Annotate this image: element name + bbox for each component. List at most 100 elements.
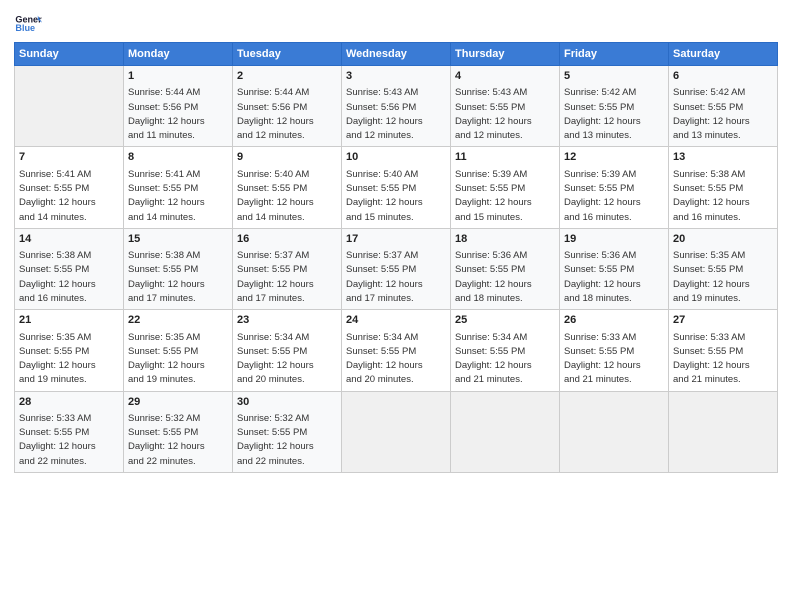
calendar-cell: 14Sunrise: 5:38 AM Sunset: 5:55 PM Dayli…: [15, 228, 124, 309]
week-row-1: 1 Sunrise: 5:44 AM Sunset: 5:56 PM Daylig…: [15, 66, 778, 147]
day-info: Sunrise: 5:41 AM Sunset: 5:55 PM Dayligh…: [19, 168, 119, 225]
day-number: 18: [455, 232, 555, 247]
day-info: Sunrise: 5:40 AM Sunset: 5:55 PM Dayligh…: [346, 168, 446, 225]
day-number: 14: [19, 232, 119, 247]
day-number: 23: [237, 313, 337, 328]
calendar-cell: 25 Sunrise: 5:34 AM Sunset: 5:55 PM Dayli…: [451, 310, 560, 391]
header-day-sunday: Sunday: [15, 43, 124, 66]
day-info: Sunrise: 5:34 AM Sunset: 5:55 PM Dayligh…: [346, 331, 446, 388]
day-info: Sunrise: 5:42 AM Sunset: 5:55 PM Dayligh…: [564, 86, 664, 143]
calendar-cell: 12 Sunrise: 5:39 AM Sunset: 5:55 PM Dayli…: [560, 147, 669, 228]
day-info: Sunrise: 5:33 AM Sunset: 5:55 PM Dayligh…: [19, 412, 119, 469]
day-info: Sunrise: 5:35 AM Sunset: 5:55 PM Dayligh…: [673, 249, 773, 306]
svg-text:Blue: Blue: [15, 23, 35, 33]
logo: General Blue: [14, 10, 42, 38]
calendar-cell: 22 Sunrise: 5:35 AM Sunset: 5:55 PM Dayli…: [124, 310, 233, 391]
day-number: 13: [673, 150, 773, 165]
day-number: 10: [346, 150, 446, 165]
day-info: Sunrise: 5:42 AM Sunset: 5:55 PM Dayligh…: [673, 86, 773, 143]
day-number: 16: [237, 232, 337, 247]
day-number: 11: [455, 150, 555, 165]
header-day-saturday: Saturday: [669, 43, 778, 66]
day-info: Sunrise: 5:37 AM Sunset: 5:55 PM Dayligh…: [346, 249, 446, 306]
day-number: 26: [564, 313, 664, 328]
header-day-friday: Friday: [560, 43, 669, 66]
header-row: SundayMondayTuesdayWednesdayThursdayFrid…: [15, 43, 778, 66]
day-number: 29: [128, 395, 228, 410]
calendar-cell: 20 Sunrise: 5:35 AM Sunset: 5:55 PM Dayli…: [669, 228, 778, 309]
calendar-cell: 8 Sunrise: 5:41 AM Sunset: 5:55 PM Daylig…: [124, 147, 233, 228]
header-day-tuesday: Tuesday: [233, 43, 342, 66]
day-info: Sunrise: 5:41 AM Sunset: 5:55 PM Dayligh…: [128, 168, 228, 225]
day-info: Sunrise: 5:36 AM Sunset: 5:55 PM Dayligh…: [564, 249, 664, 306]
day-number: 22: [128, 313, 228, 328]
calendar-cell: 10 Sunrise: 5:40 AM Sunset: 5:55 PM Dayli…: [342, 147, 451, 228]
calendar-cell: 3 Sunrise: 5:43 AM Sunset: 5:56 PM Daylig…: [342, 66, 451, 147]
calendar-cell: 11Sunrise: 5:39 AM Sunset: 5:55 PM Dayli…: [451, 147, 560, 228]
day-info: Sunrise: 5:35 AM Sunset: 5:55 PM Dayligh…: [19, 331, 119, 388]
calendar-cell: 27 Sunrise: 5:33 AM Sunset: 5:55 PM Dayli…: [669, 310, 778, 391]
day-number: 28: [19, 395, 119, 410]
day-number: 21: [19, 313, 119, 328]
day-info: Sunrise: 5:37 AM Sunset: 5:55 PM Dayligh…: [237, 249, 337, 306]
day-number: 9: [237, 150, 337, 165]
calendar-cell: 15Sunrise: 5:38 AM Sunset: 5:55 PM Dayli…: [124, 228, 233, 309]
week-row-4: 21 Sunrise: 5:35 AM Sunset: 5:55 PM Dayli…: [15, 310, 778, 391]
calendar-cell: 30 Sunrise: 5:32 AM Sunset: 5:55 PM Dayli…: [233, 391, 342, 472]
header-day-wednesday: Wednesday: [342, 43, 451, 66]
day-number: 24: [346, 313, 446, 328]
calendar-cell: 5 Sunrise: 5:42 AM Sunset: 5:55 PM Daylig…: [560, 66, 669, 147]
header-day-monday: Monday: [124, 43, 233, 66]
day-info: Sunrise: 5:33 AM Sunset: 5:55 PM Dayligh…: [564, 331, 664, 388]
day-number: 5: [564, 69, 664, 84]
calendar-cell: 29 Sunrise: 5:32 AM Sunset: 5:55 PM Dayli…: [124, 391, 233, 472]
calendar-cell: 28 Sunrise: 5:33 AM Sunset: 5:55 PM Dayli…: [15, 391, 124, 472]
day-number: 2: [237, 69, 337, 84]
page: General Blue SundayMondayTuesdayWednesda…: [0, 0, 792, 612]
day-number: 12: [564, 150, 664, 165]
calendar-cell: [342, 391, 451, 472]
day-number: 27: [673, 313, 773, 328]
day-info: Sunrise: 5:33 AM Sunset: 5:55 PM Dayligh…: [673, 331, 773, 388]
day-number: 20: [673, 232, 773, 247]
calendar-cell: [451, 391, 560, 472]
day-number: 8: [128, 150, 228, 165]
day-info: Sunrise: 5:32 AM Sunset: 5:55 PM Dayligh…: [237, 412, 337, 469]
calendar-cell: 16 Sunrise: 5:37 AM Sunset: 5:55 PM Dayli…: [233, 228, 342, 309]
day-info: Sunrise: 5:43 AM Sunset: 5:55 PM Dayligh…: [455, 86, 555, 143]
day-number: 1: [128, 69, 228, 84]
day-number: 7: [19, 150, 119, 165]
day-info: Sunrise: 5:34 AM Sunset: 5:55 PM Dayligh…: [237, 331, 337, 388]
day-info: Sunrise: 5:38 AM Sunset: 5:55 PM Dayligh…: [673, 168, 773, 225]
calendar-cell: 21 Sunrise: 5:35 AM Sunset: 5:55 PM Dayli…: [15, 310, 124, 391]
calendar-cell: 4Sunrise: 5:43 AM Sunset: 5:55 PM Daylig…: [451, 66, 560, 147]
calendar-table: SundayMondayTuesdayWednesdayThursdayFrid…: [14, 42, 778, 473]
logo-icon: General Blue: [14, 10, 42, 38]
day-number: 19: [564, 232, 664, 247]
day-info: Sunrise: 5:40 AM Sunset: 5:55 PM Dayligh…: [237, 168, 337, 225]
day-info: Sunrise: 5:44 AM Sunset: 5:56 PM Dayligh…: [128, 86, 228, 143]
calendar-cell: 6Sunrise: 5:42 AM Sunset: 5:55 PM Daylig…: [669, 66, 778, 147]
header: General Blue: [14, 10, 778, 38]
day-info: Sunrise: 5:35 AM Sunset: 5:55 PM Dayligh…: [128, 331, 228, 388]
calendar-cell: 23 Sunrise: 5:34 AM Sunset: 5:55 PM Dayli…: [233, 310, 342, 391]
header-day-thursday: Thursday: [451, 43, 560, 66]
day-info: Sunrise: 5:32 AM Sunset: 5:55 PM Dayligh…: [128, 412, 228, 469]
day-number: 15: [128, 232, 228, 247]
week-row-3: 14Sunrise: 5:38 AM Sunset: 5:55 PM Dayli…: [15, 228, 778, 309]
day-info: Sunrise: 5:43 AM Sunset: 5:56 PM Dayligh…: [346, 86, 446, 143]
calendar-cell: 7 Sunrise: 5:41 AM Sunset: 5:55 PM Daylig…: [15, 147, 124, 228]
day-number: 30: [237, 395, 337, 410]
calendar-cell: 1 Sunrise: 5:44 AM Sunset: 5:56 PM Daylig…: [124, 66, 233, 147]
day-info: Sunrise: 5:34 AM Sunset: 5:55 PM Dayligh…: [455, 331, 555, 388]
calendar-cell: 13 Sunrise: 5:38 AM Sunset: 5:55 PM Dayli…: [669, 147, 778, 228]
day-info: Sunrise: 5:39 AM Sunset: 5:55 PM Dayligh…: [564, 168, 664, 225]
week-row-2: 7 Sunrise: 5:41 AM Sunset: 5:55 PM Daylig…: [15, 147, 778, 228]
day-number: 3: [346, 69, 446, 84]
day-number: 25: [455, 313, 555, 328]
calendar-cell: 18Sunrise: 5:36 AM Sunset: 5:55 PM Dayli…: [451, 228, 560, 309]
day-info: Sunrise: 5:44 AM Sunset: 5:56 PM Dayligh…: [237, 86, 337, 143]
calendar-cell: 2 Sunrise: 5:44 AM Sunset: 5:56 PM Daylig…: [233, 66, 342, 147]
calendar-cell: [669, 391, 778, 472]
calendar-cell: 24 Sunrise: 5:34 AM Sunset: 5:55 PM Dayli…: [342, 310, 451, 391]
